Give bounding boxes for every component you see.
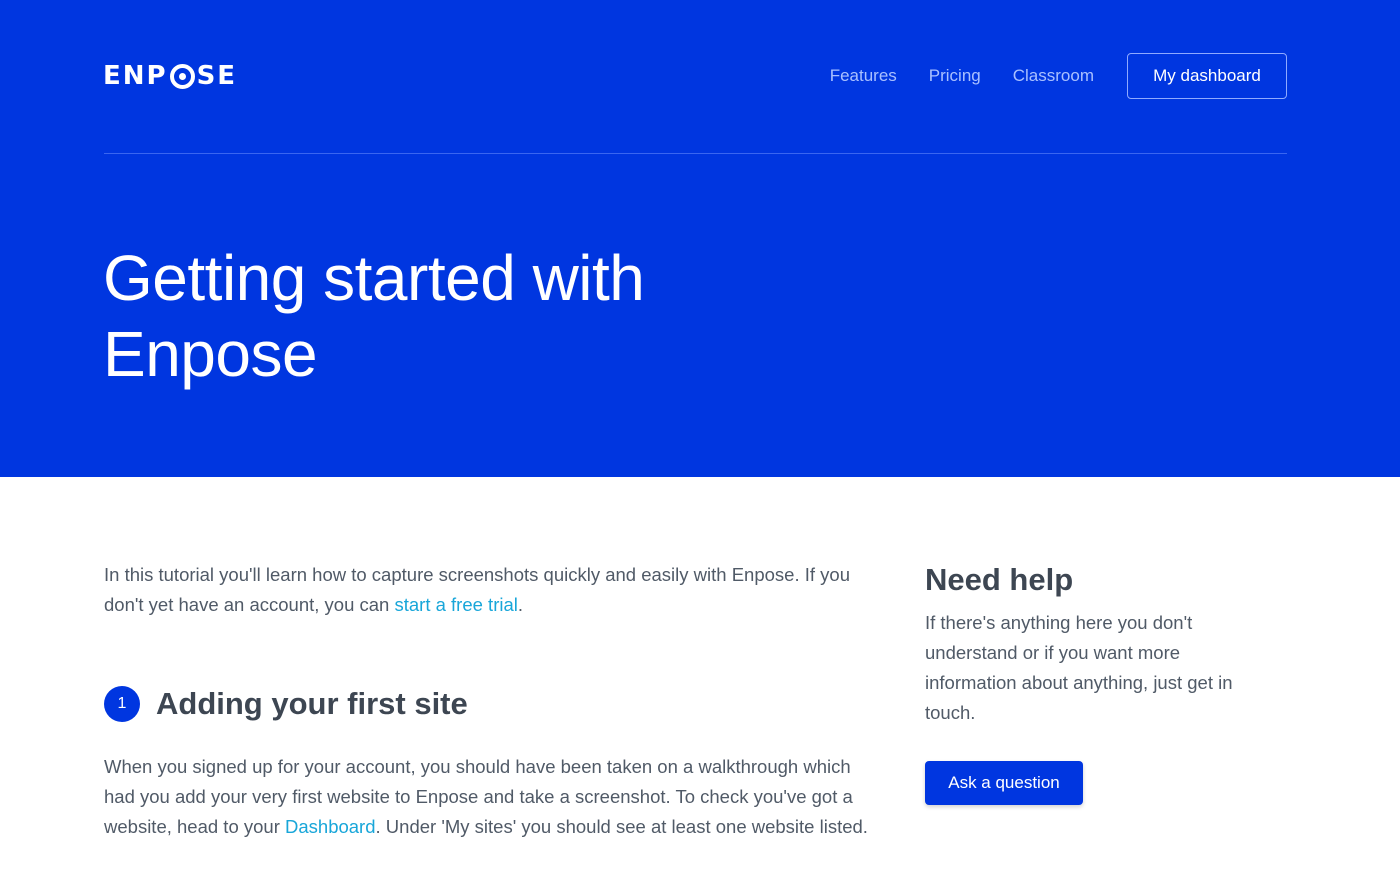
ask-question-button[interactable]: Ask a question <box>925 761 1083 805</box>
step-title: Adding your first site <box>156 686 468 721</box>
step-paragraph: When you signed up for your account, you… <box>104 752 874 842</box>
nav-features-link[interactable]: Features <box>830 66 897 86</box>
step-text-end: . Under 'My sites' you should see at lea… <box>375 816 868 837</box>
nav-pricing-link[interactable]: Pricing <box>929 66 981 86</box>
my-dashboard-button[interactable]: My dashboard <box>1127 53 1287 99</box>
step-number-badge: 1 <box>104 686 140 722</box>
intro-text-end: . <box>517 594 524 615</box>
hero-section: ENP SE Features Pricing Classroom My das… <box>0 0 1400 477</box>
page-title: Getting started with Enpose <box>103 242 645 390</box>
intro-paragraph: In this tutorial you'll learn how to cap… <box>104 560 874 620</box>
help-sidebar: Need help If there's anything here you d… <box>925 562 1265 805</box>
free-trial-link[interactable]: start a free trial <box>394 594 517 615</box>
help-text: If there's anything here you don't under… <box>925 612 1233 723</box>
step-heading: 1 Adding your first site <box>104 686 874 722</box>
logo-eye-icon <box>169 63 195 89</box>
top-nav: Features Pricing Classroom My dashboard <box>798 53 1287 99</box>
dashboard-link[interactable]: Dashboard <box>285 816 376 837</box>
tutorial-content: In this tutorial you'll learn how to cap… <box>104 560 874 842</box>
help-heading: Need help <box>925 562 1074 597</box>
logo-text-start: ENP <box>103 61 168 91</box>
enpose-logo[interactable]: ENP SE <box>103 60 237 92</box>
nav-classroom-link[interactable]: Classroom <box>1013 66 1094 86</box>
header-divider <box>104 153 1287 154</box>
logo-text-end: SE <box>196 61 238 91</box>
